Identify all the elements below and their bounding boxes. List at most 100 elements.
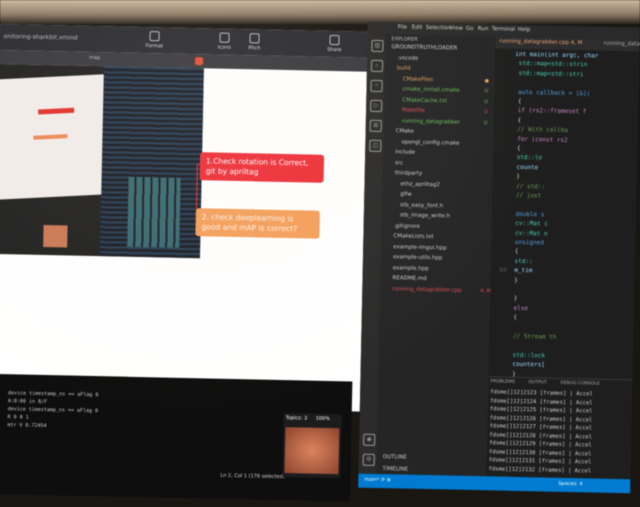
code-line: 60 m_tim (491, 267, 533, 275)
toolbar-button-pitch[interactable]: Pitch (239, 33, 269, 52)
format-icon (149, 31, 159, 41)
source-control-icon[interactable]: ⑂ (370, 80, 382, 92)
code-text: { (510, 314, 517, 321)
remote-icon[interactable]: ◫ (369, 140, 381, 152)
menu-go[interactable]: Go (466, 26, 474, 32)
code-text: { (514, 117, 521, 124)
close-button[interactable] (195, 57, 203, 65)
tree-item[interactable]: src (395, 160, 403, 166)
tree-item[interactable]: CMakeFiles● (403, 76, 434, 83)
tab-output[interactable]: OUTPUT (528, 380, 546, 385)
tree-item[interactable]: CMakeCache.txtU (402, 97, 447, 104)
tree-item[interactable]: thirdparty (395, 170, 422, 177)
toolbar-button-share[interactable]: Share (319, 35, 349, 54)
menu-edit[interactable]: Edit (412, 25, 423, 31)
output-line: fdsme[]12]2128 [frames] | Accel (489, 432, 592, 440)
code-text: // just (512, 192, 541, 200)
code-text: } (510, 276, 517, 283)
tree-item[interactable]: .gitignore (394, 223, 420, 230)
tree-item[interactable]: GROUNDTRUTHLOADER (391, 44, 457, 51)
tree-item-label: opengl_config.cmake (401, 139, 459, 146)
tab-running-datagrabber[interactable]: running_datagrabber.cpp 4, M (499, 38, 582, 46)
toolbar-button-icons[interactable]: Icons (209, 32, 239, 51)
output-line: fdsme[]12]2127 [frames] | Accel (489, 423, 592, 431)
tree-item-label: stb_easy_font.h (400, 202, 443, 209)
code-text: double s (512, 211, 545, 219)
embedded-thumbnail (43, 225, 67, 247)
code-text: std::map<std::strin (515, 60, 587, 69)
timeline-section[interactable]: TIMELINE (382, 466, 408, 473)
code-line: // just (492, 191, 541, 199)
terminal-line: device timestamp_ns == aFlag 0 (8, 390, 98, 398)
tree-item[interactable]: example.hpp (393, 265, 429, 272)
tree-item[interactable]: running_datagrabber.cpp4, M (392, 286, 461, 293)
tree-item[interactable]: example-imgui.hpp (393, 244, 446, 251)
tree-item-label: Makefile (402, 107, 425, 113)
toolbar-button-format[interactable]: Format (139, 31, 169, 50)
code-editor[interactable]: running_datagrabber.cpp 4, M running_dat… (489, 36, 640, 379)
tab-running-data[interactable]: running_data (603, 41, 639, 48)
menu-view[interactable]: View (450, 25, 463, 31)
explorer-icon[interactable]: ▤ (371, 40, 383, 52)
tree-item[interactable]: running_datagrabberU (402, 118, 460, 125)
tree-item-label: .vscode (397, 55, 418, 61)
code-line: // Stream th (489, 332, 556, 340)
zoom-level[interactable]: 100% (316, 416, 330, 422)
tree-item[interactable]: MakefileU (402, 107, 425, 113)
menu-file[interactable]: File (398, 24, 407, 30)
tab-debug-console[interactable]: DEBUG CONSOLE (560, 381, 600, 387)
tree-item[interactable]: README.md (392, 275, 426, 282)
mindmap-node-2[interactable]: 2. check deeplearning is good and mAP is… (195, 208, 320, 239)
code-line: { (491, 248, 518, 256)
tree-item[interactable]: CMakeLists.txt (393, 233, 433, 240)
tree-item[interactable]: .vscode (397, 55, 418, 61)
code-line: for (const rs2 (493, 135, 567, 144)
tree-item[interactable]: build (397, 65, 411, 71)
tree-item[interactable]: stb_easy_font.h (400, 202, 443, 209)
mindmap-tab[interactable]: map (89, 55, 100, 61)
code-line: else (490, 304, 528, 312)
mindmap-node-1[interactable]: 1.Check rotation is Correct, git by apri… (200, 152, 325, 183)
code-line: // With callba (494, 126, 568, 135)
menu-run[interactable]: Run (478, 26, 489, 32)
tree-item[interactable]: example-utils.hpp (393, 254, 443, 261)
code-line (495, 79, 515, 86)
code-text: unsigned (511, 239, 544, 247)
terminal-line: R 0 0 1 (7, 414, 28, 420)
tree-item[interactable]: opengl_config.cmake (401, 139, 459, 146)
code-line: { (490, 314, 517, 322)
menu-help[interactable]: Help (518, 27, 531, 33)
tree-item[interactable]: cmake_install.cmakeU (402, 86, 459, 93)
tree-item-label: thirdparty (395, 170, 422, 177)
account-icon[interactable]: ◉ (363, 434, 375, 446)
tree-item-label: CMakeCache.txt (402, 97, 447, 104)
tree-item[interactable]: ethz_apriltag2 (400, 181, 439, 188)
tree-item-label: src (395, 160, 403, 166)
output-line: fdsme[]12]2132 [frames] | Accel (489, 466, 592, 474)
tab-problems[interactable]: PROBLEMS (490, 379, 515, 385)
code-line: } (490, 276, 517, 284)
tree-item[interactable]: include (395, 149, 415, 155)
code-line: } (490, 295, 517, 303)
embedded-bar-graphic (127, 177, 180, 248)
extensions-icon[interactable]: ⊞ (370, 120, 382, 132)
code-line: if (rs2::frameset f (494, 107, 586, 116)
tree-item[interactable]: stb_image_write.h (400, 212, 450, 219)
code-line: std::map<std::strin (495, 60, 587, 69)
tree-item[interactable]: CMake (396, 128, 414, 134)
menu-terminal[interactable]: Terminal (492, 26, 515, 32)
search-icon[interactable]: ⌕ (371, 60, 383, 72)
file-tree: GROUNDTRUTHLOADER.vscodebuildCMakeFiles●… (385, 44, 495, 46)
code-line: std::map<std::stri (495, 69, 584, 78)
gear-icon[interactable]: ⚙ (363, 454, 375, 466)
outline-section[interactable]: OUTLINE (383, 454, 407, 461)
run-debug-icon[interactable]: ▷ (370, 100, 382, 112)
menu-selection[interactable]: Selection (426, 25, 451, 32)
tree-item-label: cmake_install.cmake (402, 86, 459, 93)
tree-item-label: example.hpp (393, 265, 429, 272)
branch-status[interactable]: main* ⟳ ⊗ (364, 477, 391, 484)
explorer-sidebar: EXPLORER GROUNDTRUTHLOADER.vscodebuildCM… (376, 34, 495, 476)
tree-item-label: .gitignore (394, 223, 420, 230)
tree-item[interactable]: glfw (400, 191, 411, 197)
indent-status[interactable]: Spaces: 4 (558, 481, 582, 488)
